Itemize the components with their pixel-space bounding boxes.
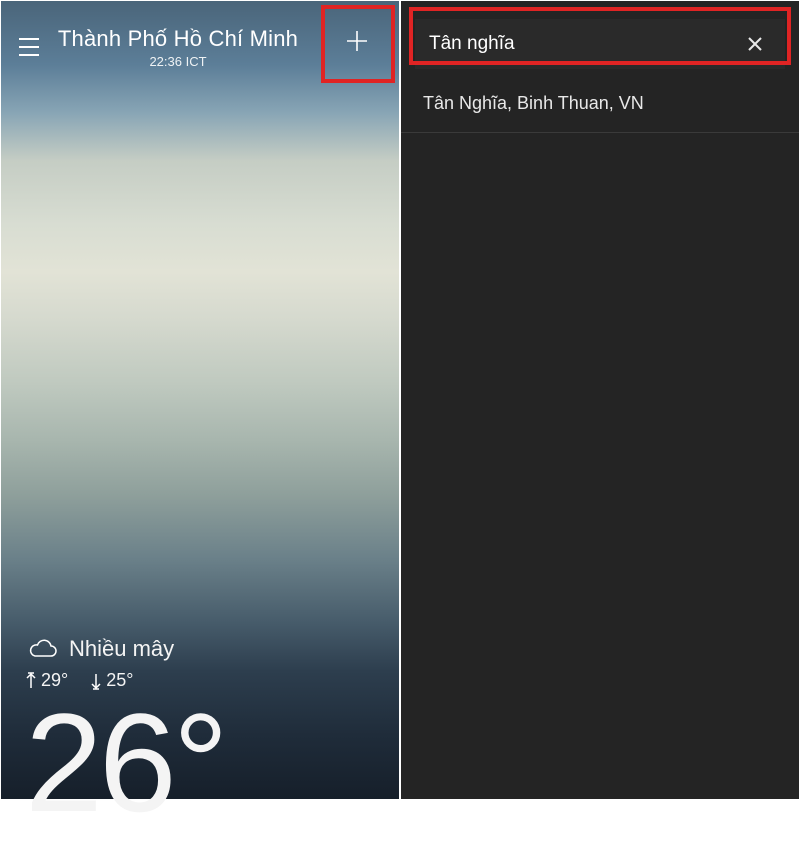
time-label: 22:36 ICT (29, 54, 327, 69)
condition-row: Nhiều mây (25, 636, 375, 662)
close-icon (746, 35, 764, 53)
current-temperature: 26° (25, 693, 375, 833)
plus-icon (342, 26, 372, 56)
location-title-block: Thành Phố Hồ Chí Minh 22:36 ICT (29, 26, 327, 69)
search-bar[interactable] (415, 19, 785, 69)
weather-header: Thành Phố Hồ Chí Minh 22:36 ICT (1, 1, 399, 81)
add-location-button[interactable] (327, 6, 387, 76)
city-label: Thành Phố Hồ Chí Minh (29, 26, 327, 52)
search-result-item[interactable]: Tân Nghĩa, Binh Thuan, VN (401, 75, 799, 133)
search-screen: Tân Nghĩa, Binh Thuan, VN (400, 0, 800, 800)
search-input[interactable] (429, 33, 739, 55)
condition-text: Nhiều mây (69, 636, 174, 662)
weather-screen: Thành Phố Hồ Chí Minh 22:36 ICT Nhiều mâ… (0, 0, 400, 800)
cloud-icon (25, 637, 59, 661)
weather-summary: Nhiều mây 29° 25° 26° (1, 636, 399, 799)
clear-button[interactable] (739, 28, 771, 60)
